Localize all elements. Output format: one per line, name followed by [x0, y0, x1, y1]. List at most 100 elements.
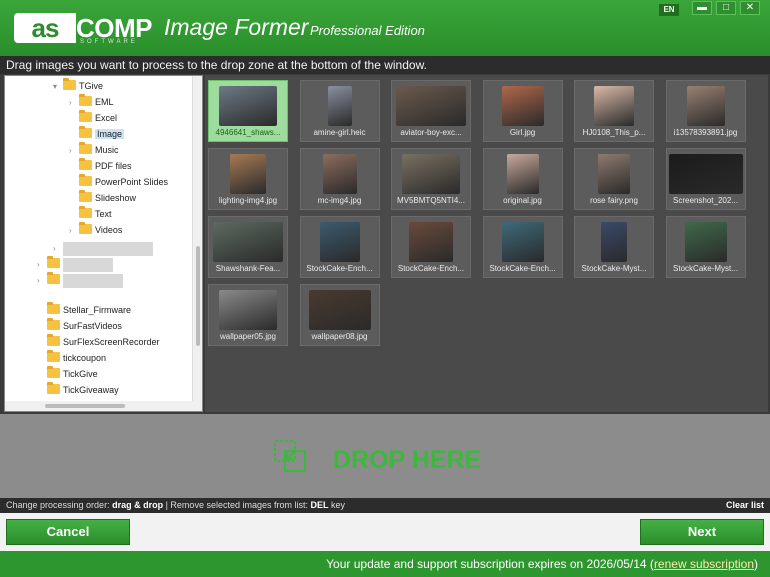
instruction-text: Drag images you want to process to the d… [0, 56, 770, 74]
thumbnail-image [230, 154, 266, 194]
minimize-icon[interactable]: ▬ [692, 1, 712, 15]
close-icon[interactable]: ✕ [740, 1, 760, 15]
tree-item-eml[interactable]: › EML [69, 94, 114, 110]
tree-item-slideshow[interactable]: Slideshow [69, 190, 136, 206]
cancel-button[interactable]: Cancel [6, 519, 130, 545]
button-bar: Cancel Next [0, 513, 770, 551]
clear-list-button[interactable]: Clear list [726, 498, 764, 513]
image-thumbnail[interactable]: aviator-boy-exc... [391, 80, 471, 142]
tree-horizontal-scrollbar[interactable] [5, 401, 193, 411]
image-thumbnail[interactable]: StockCake-Ench... [299, 216, 380, 278]
tree-item-text[interactable]: Text [69, 206, 112, 222]
tree-vertical-scrollbar[interactable] [192, 76, 202, 411]
expand-arrow-icon[interactable]: › [37, 257, 47, 273]
folder-icon [79, 174, 92, 186]
maximize-icon[interactable]: □ [716, 1, 736, 15]
image-thumbnail[interactable]: 4946641_shaws... [208, 80, 288, 142]
image-thumbnail[interactable]: Girl.jpg [482, 80, 563, 142]
tree-item-tickcoupon[interactable]: tickcoupon [47, 350, 106, 366]
thumbnail-caption: MV5BMTQ5NTI4... [396, 196, 465, 205]
image-thumbnail[interactable]: wallpaper08.jpg [299, 284, 380, 346]
tree-item-surflexscreenrecorder[interactable]: SurFlexScreenRecorder [47, 334, 160, 350]
thumbnail-caption: wallpaper05.jpg [219, 332, 277, 341]
tree-item-label: TickGive [63, 369, 98, 379]
thumbnail-caption: StockCake-Myst... [673, 264, 738, 273]
tree-item-excel[interactable]: Excel [69, 110, 117, 126]
thumbnail-image [598, 154, 630, 194]
thumbnail-caption: StockCake-Myst... [581, 264, 647, 273]
edition-label: Professional Edition [310, 23, 425, 38]
tree-item-label: PowerPoint Slides [95, 177, 169, 187]
thumbnail-caption: aviator-boy-exc... [400, 128, 462, 137]
scrollbar-thumb[interactable] [196, 246, 200, 346]
renew-subscription-link[interactable]: renew subscription [654, 557, 754, 571]
tree-item-label: PDF files [95, 161, 132, 171]
thumbnail-caption: amine-girl.heic [313, 128, 366, 137]
expand-arrow-icon[interactable]: › [53, 241, 63, 257]
image-thumbnail[interactable]: wallpaper05.jpg [208, 284, 288, 346]
expand-arrow-icon[interactable]: › [69, 95, 79, 111]
image-thumbnail[interactable]: Screenshot_202... [665, 148, 746, 210]
tree-item-tickgiveaway[interactable]: TickGiveaway [47, 382, 119, 398]
folder-icon [47, 334, 60, 346]
tree-item-redacted[interactable]: › [53, 240, 153, 256]
redacted-block [63, 273, 123, 288]
image-thumbnail[interactable]: StockCake-Myst... [574, 216, 654, 278]
expand-arrow-icon[interactable]: › [69, 223, 79, 239]
image-thumbnail[interactable]: lighting-img4.jpg [208, 148, 288, 210]
remove-hint-label: | Remove selected images from list: [165, 500, 308, 510]
image-thumbnail[interactable]: Shawshank-Fea... [208, 216, 288, 278]
image-thumbnail[interactable]: original.jpg [482, 148, 563, 210]
expand-arrow-icon[interactable]: › [37, 273, 47, 289]
thumbnail-image [213, 222, 283, 262]
tree-item-label: Slideshow [95, 193, 137, 203]
tree-item-powerpoint-slides[interactable]: PowerPoint Slides [69, 174, 168, 190]
expand-arrow-icon[interactable]: › [69, 143, 79, 159]
scrollbar-thumb[interactable] [45, 404, 125, 408]
tree-item-redacted[interactable]: › [37, 272, 123, 288]
thumbnail-image [409, 222, 453, 262]
thumbnail-caption: 4946641_shaws... [215, 128, 281, 137]
image-thumbnail[interactable]: i13578393891.jpg [665, 80, 746, 142]
language-button[interactable]: EN [659, 4, 679, 16]
thumbnail-caption: HJ0108_This_p... [582, 128, 646, 137]
image-thumbnail[interactable]: MV5BMTQ5NTI4... [391, 148, 471, 210]
tree-item-label: TickGiveaway [63, 385, 119, 395]
hint-bar: Change processing order: drag & drop | R… [0, 498, 770, 513]
expand-arrow-icon[interactable]: ▾ [53, 79, 63, 95]
tree-item-surfastvideos[interactable]: SurFastVideos [47, 318, 122, 334]
thumbnail-image [668, 154, 743, 194]
next-button[interactable]: Next [640, 519, 764, 545]
tree-item-music[interactable]: › Music [69, 142, 119, 158]
thumbnail-image [322, 154, 357, 194]
image-thumbnail[interactable]: HJ0108_This_p... [574, 80, 654, 142]
folder-tree[interactable]: ▾ TGive › EML Excel Image › Music PDF files… [4, 75, 203, 412]
thumbnail-caption: StockCake-Ench... [397, 264, 465, 273]
folder-icon [47, 318, 60, 330]
image-thumbnail[interactable]: amine-girl.heic [299, 80, 380, 142]
remove-hint-suffix: key [331, 500, 346, 510]
folder-icon [79, 206, 92, 218]
tree-item-pdf-files[interactable]: PDF files [69, 158, 132, 174]
tree-item-label: Text [95, 209, 112, 219]
tree-item-tickgive[interactable]: TickGive [47, 366, 98, 382]
subscription-text: Your update and support subscription exp… [326, 557, 654, 571]
folder-icon [47, 272, 60, 284]
tree-item-tgive[interactable]: ▾ TGive [53, 78, 103, 94]
image-thumbnail[interactable]: mc-img4.jpg [299, 148, 380, 210]
image-thumbnail[interactable]: StockCake-Ench... [391, 216, 471, 278]
thumbnail-image [402, 154, 460, 194]
drop-icon [274, 440, 306, 472]
image-thumbnail[interactable]: StockCake-Ench... [482, 216, 563, 278]
tree-item-redacted[interactable]: › [37, 256, 113, 272]
tree-item-stellar-firmware[interactable]: Stellar_Firmware [47, 302, 131, 318]
tree-item-image[interactable]: Image [69, 126, 125, 142]
image-thumbnail[interactable]: rose fairy.png [574, 148, 654, 210]
thumbnail-image [501, 86, 544, 126]
subscription-text-close: ) [754, 557, 758, 571]
thumbnail-image [594, 86, 634, 126]
tree-item-label: Videos [95, 225, 123, 235]
tree-item-label: EML [95, 97, 114, 107]
tree-item-videos[interactable]: › Videos [69, 222, 122, 238]
image-thumbnail[interactable]: StockCake-Myst... [665, 216, 746, 278]
